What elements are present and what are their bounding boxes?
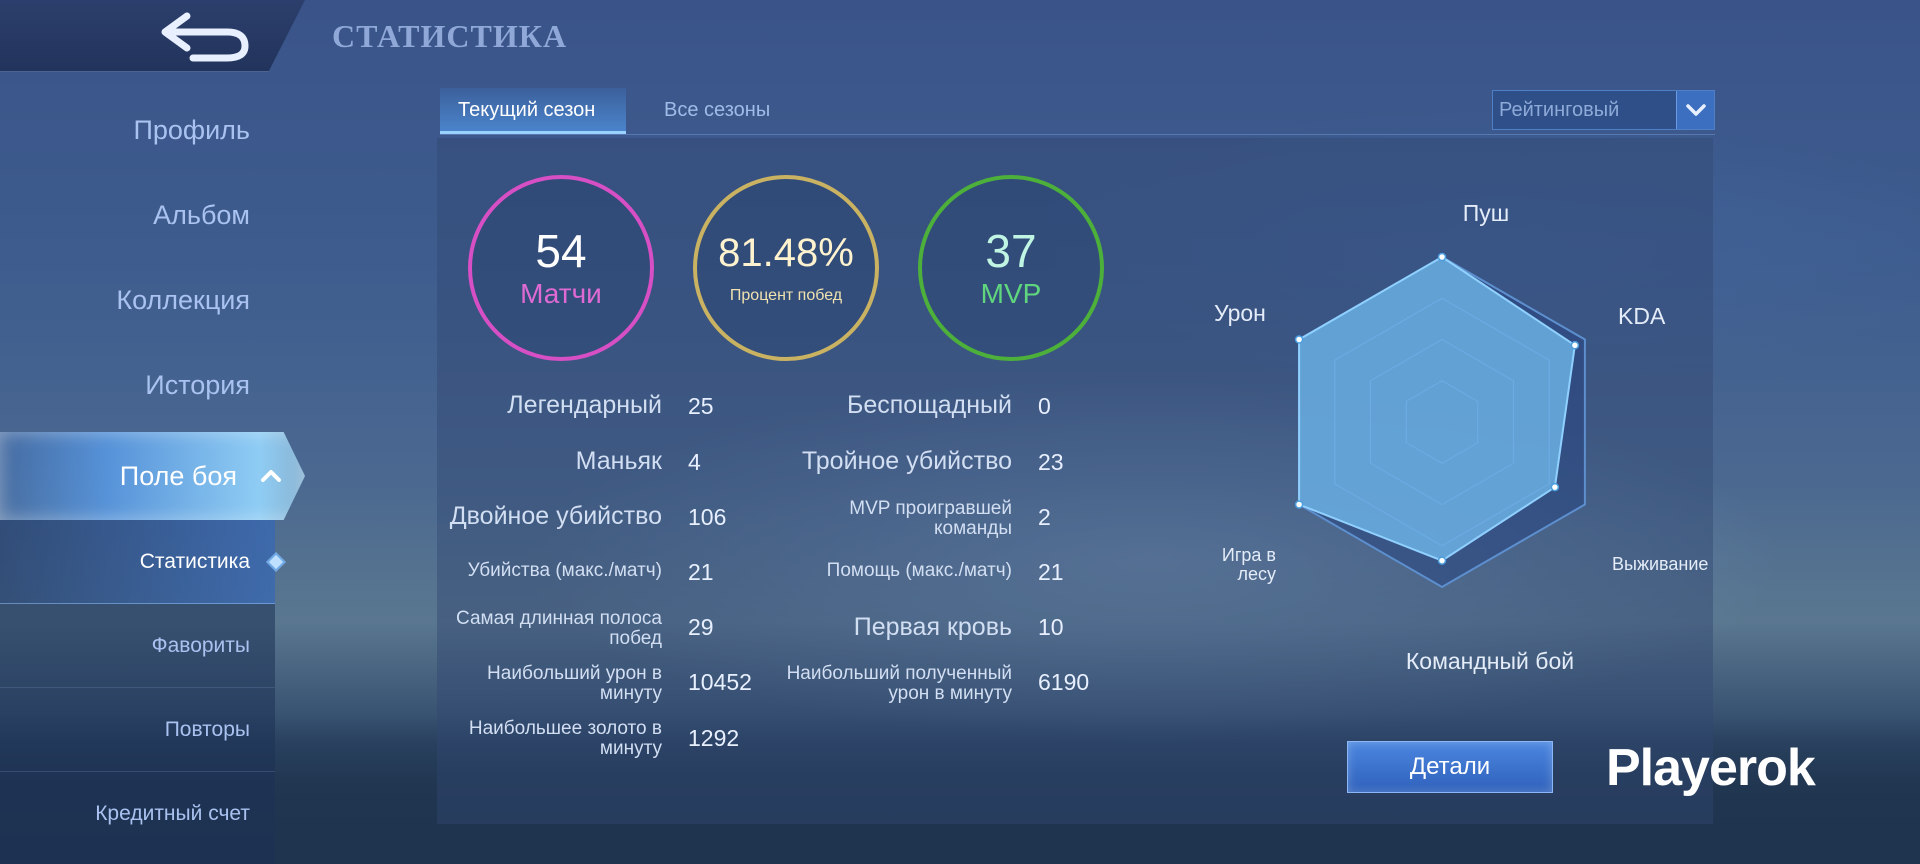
radar-point [1294,500,1304,509]
stat-label-legendary: Легендарный [507,391,662,419]
sidebar-item-profile[interactable]: Профиль [0,90,270,170]
stat-value-max-damage-taken: 6190 [1038,669,1090,695]
stat-label-first-blood: Первая кровь [853,613,1012,641]
stat-label-double-kill: Двойное убийство [449,502,662,530]
page-title: СТАТИСТИКА [332,18,568,54]
stat-label-max-assists: Помощь (макс./матч) [826,560,1012,581]
back-button[interactable] [150,6,260,66]
chevron-down-icon [1676,91,1714,129]
sidebar-item-album[interactable]: Альбом [0,175,270,255]
stat-label-max-damage: Наибольший урон в минуту [487,663,662,704]
stat-value-double-kill: 106 [688,504,727,530]
tab-current-season[interactable]: Текущий сезон [440,88,626,134]
matches-circle: 54 Матчи [468,175,654,361]
stat-label-max-kills: Убийства (макс./матч) [467,560,662,581]
selection-diamond-icon [266,552,286,572]
radar-label-survival: Выживание [1612,554,1709,574]
stat-value-first-blood: 10 [1038,614,1064,640]
radar-chart: Пуш KDA Выживание Командный бой Игра в л… [1200,190,1740,690]
sidebar-item-history[interactable]: История [0,345,270,425]
tab-divider [440,134,1715,135]
matches-value: 54 [535,225,587,277]
radar-point [1437,252,1447,262]
back-arrow-icon [161,12,249,62]
radar-label-damage: Урон [1214,300,1266,326]
sidebar-item-battlefield-label: Поле боя [119,461,237,491]
stat-value-triple-kill: 23 [1038,449,1064,475]
sidebar-item-battlefield[interactable]: Поле боя [0,432,305,520]
tab-all-seasons[interactable]: Все сезоны [646,88,788,134]
mode-select-value: Рейтинговый [1499,98,1620,121]
mvp-label: MVP [980,278,1042,309]
mvp-circle: 37 MVP [918,175,1104,361]
stat-value-max-damage: 10452 [688,669,752,695]
sidebar-item-collection[interactable]: Коллекция [0,260,270,340]
win-rate-value: 81.48% [718,231,854,275]
details-button[interactable]: Детали [1347,741,1553,793]
radar-label-kda: KDA [1618,303,1666,329]
sidebar-subitem-statistics[interactable]: Статистика [0,520,286,604]
stat-label-longest-streak: Самая длинная полоса побед [456,608,662,649]
sidebar-subitem-label: Статистика [139,550,250,573]
stat-value-max-assists: 21 [1038,559,1064,585]
mvp-value: 37 [985,225,1037,277]
stat-value-mvp-losing: 2 [1038,504,1051,530]
radar-svg [1294,252,1586,589]
mode-select[interactable]: Рейтинговый [1492,90,1715,130]
stat-label-maniac: Маньяк [575,447,662,475]
win-rate-circle: 81.48% Процент побед [693,175,879,361]
sidebar-subitem-credit-score[interactable]: Кредитный счет [0,772,275,856]
sidebar-subpanel: Статистика Фавориты Повторы Кредитный сч… [0,520,286,864]
stat-label-max-damage-taken: Наибольший полученный урон в минуту [786,663,1012,704]
radar-point [1437,556,1447,565]
sidebar-subitem-replays[interactable]: Повторы [0,688,275,772]
radar-point [1570,341,1580,350]
matches-label: Матчи [520,278,602,309]
sidebar: Профиль Альбом Коллекция История Поле бо… [0,90,305,864]
stat-value-ruthless: 0 [1038,393,1051,419]
sidebar-subitem-favorites[interactable]: Фавориты [0,604,275,688]
radar-point [1294,335,1304,344]
win-rate-label: Процент побед [729,287,843,304]
chevron-up-icon [261,470,281,482]
radar-point [1550,482,1560,492]
radar-label-push: Пуш [1462,200,1510,226]
radar-label-teamfight: Командный бой [1405,648,1575,674]
stat-value-max-gold: 1292 [688,725,740,751]
stat-label-max-gold: Наибольшее золото в минуту [468,718,662,759]
stat-label-triple-kill: Тройное убийство [801,447,1012,475]
radar-label-jungle: Игра в лесу [1221,545,1276,584]
watermark-logo: Playerok [1606,739,1816,797]
stat-label-ruthless: Беспощадный [846,391,1012,419]
stat-label-mvp-losing: MVP проигравшей команды [849,498,1012,539]
